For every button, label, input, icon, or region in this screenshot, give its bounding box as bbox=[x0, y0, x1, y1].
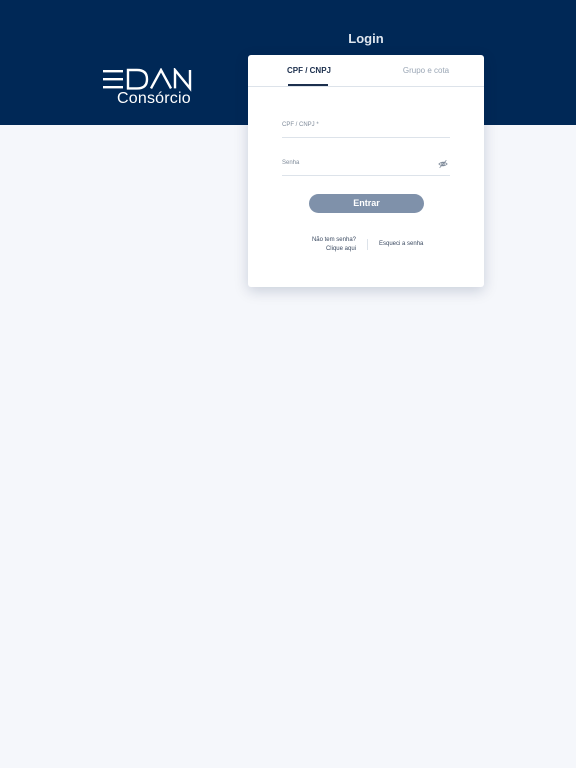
logo-subtitle: Consórcio bbox=[117, 90, 191, 107]
eye-off-icon[interactable] bbox=[438, 159, 448, 169]
no-password-line2: Clique aqui bbox=[325, 246, 356, 252]
active-tab-indicator bbox=[288, 84, 328, 86]
tab-cpf-cnpj[interactable]: CPF / CNPJ bbox=[270, 55, 348, 86]
entrar-button[interactable]: Entrar bbox=[309, 194, 424, 213]
cpf-cnpj-input[interactable] bbox=[282, 117, 432, 135]
login-tabs: CPF / CNPJ Grupo e cota bbox=[248, 55, 484, 87]
senha-field[interactable]: Senha bbox=[282, 155, 450, 176]
edan-logo-wordmark bbox=[103, 68, 192, 92]
edan-logo: Consórcio bbox=[103, 68, 193, 110]
login-links: Não tem senha? Clique aqui Esqueci a sen… bbox=[248, 236, 484, 256]
links-divider bbox=[367, 239, 368, 250]
cpf-cnpj-field[interactable]: CPF / CNPJ * bbox=[282, 117, 450, 138]
no-password-link[interactable]: Não tem senha? Clique aqui bbox=[288, 236, 356, 254]
login-card: CPF / CNPJ Grupo e cota CPF / CNPJ * Sen… bbox=[248, 55, 484, 287]
no-password-line1: Não tem senha? bbox=[311, 237, 356, 243]
tab-grupo-cota[interactable]: Grupo e cota bbox=[388, 55, 464, 86]
forgot-password-link[interactable]: Esqueci a senha bbox=[379, 241, 423, 247]
senha-input[interactable] bbox=[282, 155, 432, 173]
page-title: Login bbox=[348, 31, 384, 46]
